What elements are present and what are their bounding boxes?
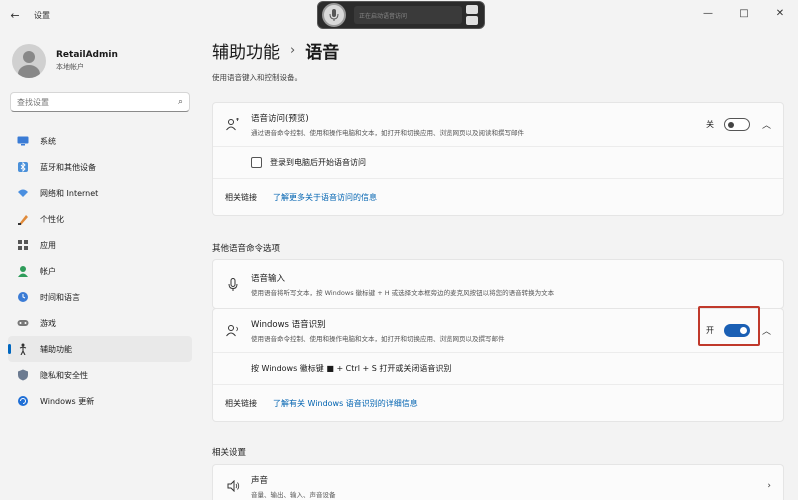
sidebar-item-windows-update[interactable]: Windows 更新 (8, 388, 192, 414)
back-button[interactable]: ← (0, 0, 30, 30)
accessibility-icon (16, 342, 30, 356)
speech-shortcut-row: 按 Windows 徽标键 ■ + Ctrl + S 打开或关闭语音识别 (213, 353, 783, 385)
voice-access-related-row: 相关链接 了解更多关于语音访问的信息 (213, 179, 783, 215)
voice-access-status: 正在启动语音访问 (354, 6, 462, 24)
sound-subtitle: 音量、输出、输入、声音设备 (251, 490, 336, 499)
speech-recognition-subtitle: 使用语音命令控制、使用和操作电脑和文本，如打开和切换应用、浏览网页以及撰写邮件 (251, 335, 505, 343)
voice-access-icon (225, 118, 241, 131)
update-icon (16, 394, 30, 408)
voice-access-settings-button[interactable] (466, 16, 478, 25)
search-icon[interactable]: ⌕ (178, 97, 183, 107)
voice-access-subtitle: 通过语音命令控制、使用和操作电脑和文本，如打开和切换应用、浏览网页以及阅读和撰写… (251, 129, 524, 137)
speech-recognition-learn-more-link[interactable]: 了解有关 Windows 语音识别的详细信息 (273, 398, 418, 409)
minimize-button[interactable]: — (690, 0, 726, 26)
voice-typing-card: 语音输入 使用语音将听写文本，按 Windows 徽标键 + H 或选择文本框旁… (212, 259, 784, 309)
search-box[interactable]: ⌕ (10, 92, 190, 112)
voice-access-side-buttons (466, 5, 478, 25)
main-content: 辅助功能 › 语音 使用语音键入和控制设备。 语音访问(预览) 通过语音命令控制… (212, 30, 784, 500)
breadcrumb-parent[interactable]: 辅助功能 (212, 38, 280, 63)
speech-recognition-icon (225, 324, 241, 337)
sidebar-item-system[interactable]: 系统 (8, 128, 192, 154)
sidebar-item-network[interactable]: 网络和 Internet (8, 180, 192, 206)
voice-access-title: 语音访问(预览) (251, 114, 309, 124)
bluetooth-icon (16, 160, 30, 174)
window-controls: — □ ✕ (690, 0, 798, 26)
voice-access-login-checkbox[interactable] (251, 157, 262, 168)
voice-access-login-label: 登录到电脑后开始语音访问 (270, 158, 366, 167)
back-arrow-icon: ← (10, 8, 20, 22)
microphone-icon (329, 9, 339, 21)
search-input[interactable] (17, 97, 178, 107)
microphone-icon (225, 277, 241, 291)
profile-account-type: 本地帐户 (56, 63, 84, 71)
chevron-up-icon[interactable]: ︿ (762, 324, 771, 337)
sidebar-item-gaming[interactable]: 游戏 (8, 310, 192, 336)
voice-typing-subtitle: 使用语音将听写文本，按 Windows 徽标键 + H 或选择文本框旁边的麦克风… (251, 288, 555, 297)
account-icon (16, 264, 30, 278)
page-description: 使用语音键入和控制设备。 (212, 73, 302, 82)
network-icon (16, 186, 30, 200)
time-language-icon (16, 290, 30, 304)
speech-recognition-title: Windows 语音识别 (251, 320, 326, 330)
voice-typing-row[interactable]: 语音输入 使用语音将听写文本，按 Windows 徽标键 + H 或选择文本框旁… (213, 260, 783, 308)
personalization-icon (16, 212, 30, 226)
gaming-icon (16, 316, 30, 330)
related-settings-heading: 相关设置 (212, 448, 247, 458)
sidebar-item-privacy[interactable]: 隐私和安全性 (8, 362, 192, 388)
voice-access-toggle[interactable] (723, 118, 750, 131)
voice-access-row[interactable]: 语音访问(预览) 通过语音命令控制、使用和操作电脑和文本，如打开和切换应用、浏览… (213, 103, 783, 147)
sound-row[interactable]: 声音 音量、输出、输入、声音设备 › (213, 465, 783, 500)
speech-shortcut-text: 按 Windows 徽标键 ■ + Ctrl + S 打开或关闭语音识别 (251, 364, 452, 373)
voice-access-help-button[interactable] (466, 5, 478, 14)
chevron-up-icon[interactable]: ︿ (762, 118, 771, 131)
chevron-right-icon[interactable]: › (767, 481, 771, 491)
sidebar-item-personalization[interactable]: 个性化 (8, 206, 192, 232)
breadcrumb: 辅助功能 › 语音 (212, 38, 784, 63)
voice-access-mic-button[interactable] (322, 3, 346, 27)
nav-list: 系统 蓝牙和其他设备 网络和 Internet 个性化 应用 帐户 时间和语言 (0, 128, 200, 414)
sidebar-item-apps[interactable]: 应用 (8, 232, 192, 258)
app-title: 设置 (34, 10, 50, 20)
highlight-box (698, 306, 760, 346)
sidebar-item-accessibility[interactable]: 辅助功能 (8, 336, 192, 362)
voice-access-toolbar: 正在启动语音访问 (317, 1, 485, 29)
speech-related-row: 相关链接 了解有关 Windows 语音识别的详细信息 (213, 385, 783, 421)
voice-access-learn-more-link[interactable]: 了解更多关于语音访问的信息 (273, 192, 377, 203)
page-title: 语音 (305, 42, 340, 63)
related-links-label: 相关链接 (225, 192, 257, 202)
voice-access-toggle-label: 关 (705, 120, 714, 129)
sound-card: 声音 音量、输出、输入、声音设备 › (212, 464, 784, 500)
voice-typing-title: 语音输入 (251, 273, 286, 284)
close-button[interactable]: ✕ (762, 0, 798, 26)
related-links-label: 相关链接 (225, 398, 257, 408)
profile-name: RetailAdmin (56, 50, 118, 60)
system-icon (16, 134, 30, 148)
sidebar-item-accounts[interactable]: 帐户 (8, 258, 192, 284)
breadcrumb-separator-icon: › (290, 42, 296, 58)
maximize-button[interactable]: □ (726, 0, 762, 26)
sidebar-item-bluetooth[interactable]: 蓝牙和其他设备 (8, 154, 192, 180)
privacy-icon (16, 368, 30, 382)
avatar (12, 44, 46, 78)
speaker-icon (225, 480, 241, 492)
sound-title: 声音 (251, 475, 269, 486)
other-voice-options-heading: 其他语音命令选项 (212, 244, 281, 254)
sidebar: RetailAdmin 本地帐户 ⌕ 系统 蓝牙和其他设备 网络和 Intern… (0, 30, 200, 500)
apps-icon (16, 238, 30, 252)
sidebar-item-time-language[interactable]: 时间和语言 (8, 284, 192, 310)
voice-access-login-row[interactable]: 登录到电脑后开始语音访问 (213, 147, 783, 179)
user-profile[interactable]: RetailAdmin 本地帐户 (0, 30, 200, 82)
voice-access-card: 语音访问(预览) 通过语音命令控制、使用和操作电脑和文本，如打开和切换应用、浏览… (212, 102, 784, 216)
